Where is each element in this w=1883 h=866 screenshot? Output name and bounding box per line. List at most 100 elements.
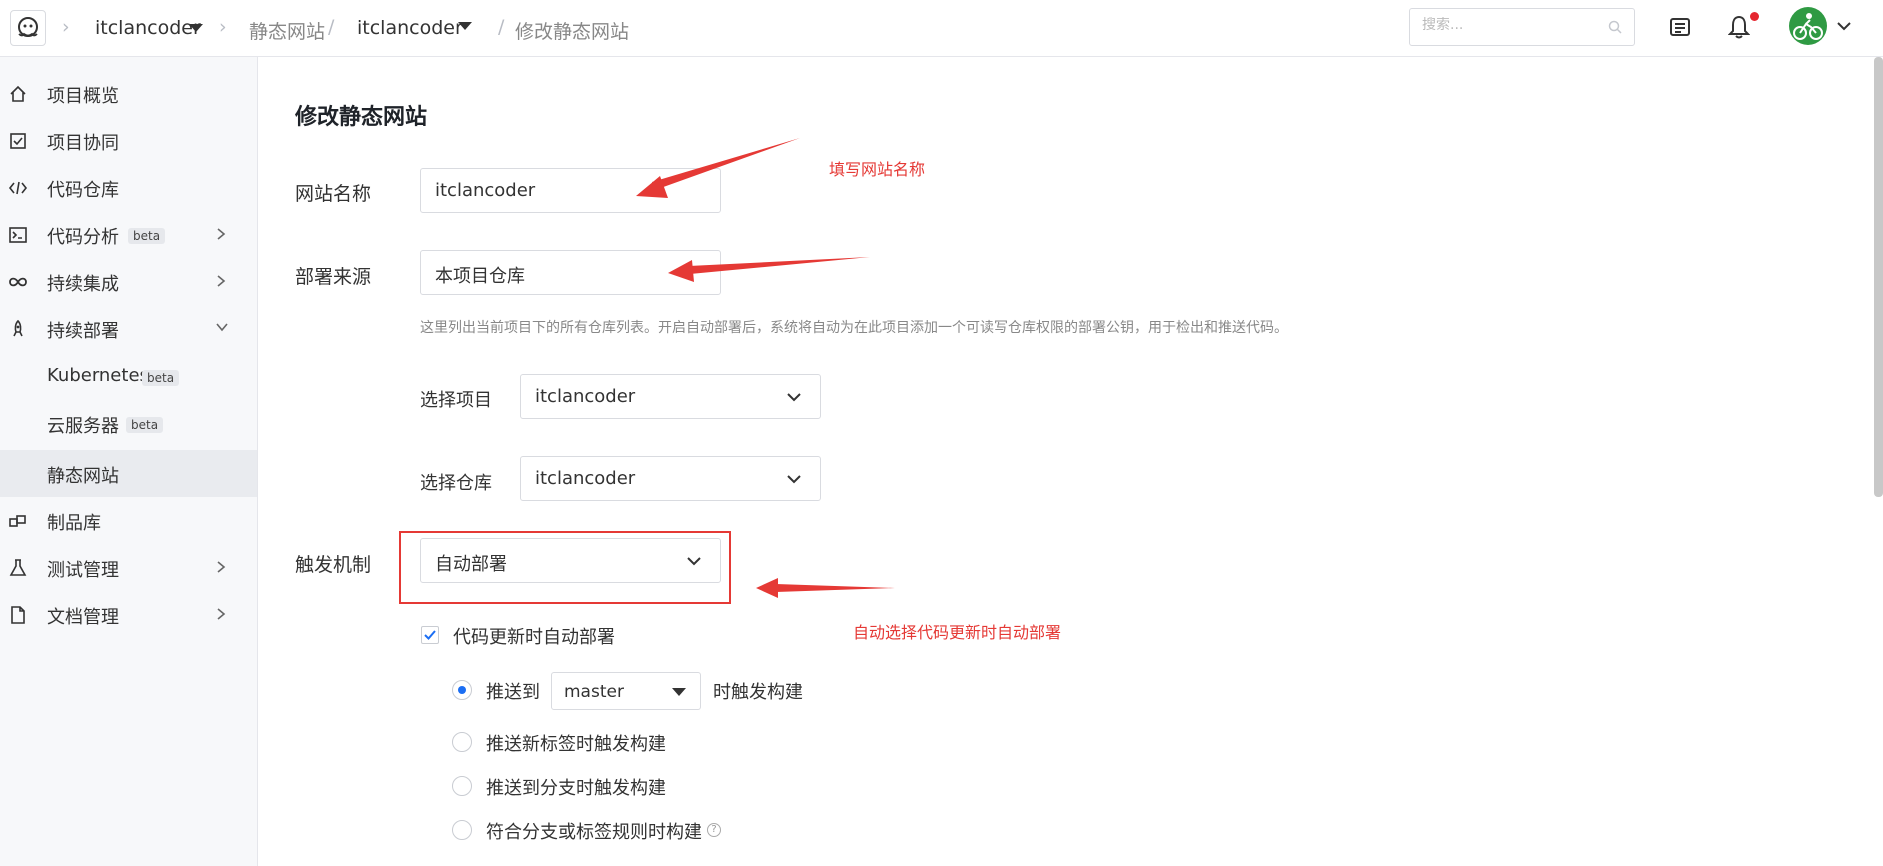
sidebar-item-ci[interactable]: 持续集成 [0,258,257,305]
search-icon[interactable] [1608,20,1622,34]
search-input[interactable] [1422,17,1592,33]
sidebar-item-collaboration[interactable]: 项目协同 [0,117,257,164]
sidebar-item-testing[interactable]: 测试管理 [0,544,257,591]
site-name-input[interactable]: itclancoder [420,168,721,213]
sidebar-item-artifacts[interactable]: 制品库 [0,497,257,544]
scrollbar[interactable] [1874,57,1883,497]
infinity-icon [9,277,27,287]
cyclist-avatar-icon [1793,13,1823,40]
code-icon [8,181,28,195]
radio-rule-match[interactable] [452,820,472,840]
select-repo-label: 选择仓库 [420,473,492,494]
package-icon [9,515,26,527]
select-repo-dropdown[interactable]: itclancoder [520,456,821,501]
branch-select[interactable]: master [551,672,701,710]
breadcrumb-current-page: 修改静态网站 [515,21,630,43]
sidebar-item-cloud-server[interactable]: 云服务器 beta [0,400,257,447]
sidebar-item-repository[interactable]: 代码仓库 [0,164,257,211]
arrow-to-trigger [756,578,895,598]
trigger-label: 触发机制 [295,554,372,576]
sidebar-item-docs[interactable]: 文档管理 [0,591,257,638]
trigger-value: 自动部署 [435,554,507,575]
notification-dot [1750,12,1759,21]
select-repo-value: itclancoder [535,468,636,489]
avatar[interactable] [1789,7,1827,45]
branch-value: master [564,682,624,702]
deploy-source-value: 本项目仓库 [435,266,525,287]
radio-push-branch[interactable] [452,776,472,796]
sidebar-item-static-site[interactable]: 静态网站 [0,450,257,497]
chevron-down-icon [687,557,701,566]
deploy-source-field[interactable]: 本项目仓库 [420,250,721,295]
octopus-logo-icon [18,17,38,37]
rocket-icon [13,319,23,337]
annotation-site-name: 填写网站名称 [829,160,926,179]
auto-deploy-label: 代码更新时自动部署 [453,627,615,648]
app-logo[interactable] [10,10,46,46]
chevron-down-icon [787,393,801,402]
option-label: 符合分支或标签规则时构建 [486,822,702,843]
auto-deploy-checkbox[interactable] [421,626,439,644]
news-icon[interactable] [1669,16,1691,38]
breadcrumb-project[interactable]: itclancoder [95,17,201,39]
chevron-down-icon [787,475,801,484]
sidebar-item-label: Kubernetes [47,365,149,386]
search-box[interactable] [1409,8,1635,46]
push-to-suffix: 时触发构建 [713,682,803,703]
sidebar: 项目概览 项目协同 代码仓库 代码分析 beta 持续集成 持续部署 Kuber… [0,57,258,866]
sidebar-item-overview[interactable]: 项目概览 [0,70,257,117]
sidebar-item-label: 代码分析 [47,227,119,248]
top-bar: › itclancoder › 静态网站 / itclancoder / 修改静… [0,0,1883,57]
page-title: 修改静态网站 [295,105,428,130]
help-icon[interactable]: ? [707,823,721,837]
deploy-source-label: 部署来源 [295,266,372,288]
bell-icon[interactable] [1728,14,1750,40]
select-project-label: 选择项目 [420,390,492,411]
radio-push-to-branch[interactable] [452,680,472,700]
chevron-down-icon [216,323,228,332]
terminal-icon [9,227,27,243]
beta-badge: beta [142,370,180,386]
caret-down-icon [672,688,686,696]
sidebar-item-label: 代码仓库 [47,180,119,201]
chevron-right-icon [217,275,226,287]
chevron-right-icon [217,608,226,620]
breadcrumb-separator: › [219,16,227,38]
checkbox-icon [10,133,26,149]
chevron-down-icon[interactable] [1836,20,1852,32]
breadcrumb-separator: / [498,16,505,38]
caret-down-icon[interactable] [458,22,472,30]
sidebar-item-label: 测试管理 [47,560,119,581]
sidebar-item-label: 制品库 [47,513,101,534]
check-icon [424,630,436,640]
home-icon [10,85,26,102]
site-name-label: 网站名称 [295,183,372,205]
trigger-dropdown[interactable]: 自动部署 [420,538,721,583]
caret-down-icon[interactable] [189,24,203,32]
sidebar-item-label: 持续部署 [47,321,119,342]
annotation-arrows [636,138,895,598]
breadcrumb-site[interactable]: itclancoder [357,17,463,39]
beta-badge: beta [128,228,166,244]
breadcrumb-section[interactable]: 静态网站 [249,17,325,44]
sidebar-item-label: 持续集成 [47,274,119,295]
sidebar-item-kubernetes[interactable]: Kubernetes beta [0,353,257,400]
option-label: 推送到分支时触发构建 [486,778,666,799]
select-project-value: itclancoder [535,386,636,407]
site-name-value: itclancoder [435,180,536,201]
document-icon [11,606,25,624]
annotation-trigger: 自动选择代码更新时自动部署 [853,623,1062,642]
flask-icon [9,559,27,576]
sidebar-item-code-analysis[interactable]: 代码分析 beta [0,211,257,258]
chevron-right-icon [217,228,226,240]
chevron-right-icon [217,561,226,573]
breadcrumb-separator: › [62,16,70,38]
sidebar-item-label: 静态网站 [47,466,119,487]
beta-badge: beta [126,417,164,433]
sidebar-item-label: 项目协同 [47,133,119,154]
select-project-dropdown[interactable]: itclancoder [520,374,821,419]
radio-new-tag[interactable] [452,732,472,752]
sidebar-item-cd[interactable]: 持续部署 [0,305,257,352]
deploy-source-hint: 这里列出当前项目下的所有仓库列表。开启自动部署后，系统将自动为在此项目添加一个可… [420,320,1288,336]
push-to-label: 推送到 [486,682,540,703]
